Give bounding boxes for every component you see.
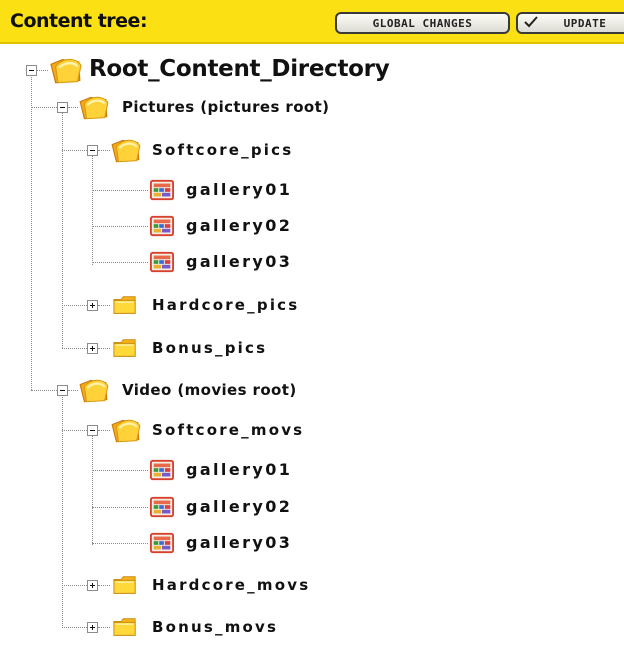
- global-changes-button[interactable]: GLOBAL CHANGES: [335, 12, 510, 34]
- tree-node-softcore-pics[interactable]: Softcore_pics: [152, 141, 293, 159]
- tree-branch-hardcore-movs-icon: [98, 585, 110, 586]
- tree-branch-bonus-movs-icon: [98, 627, 110, 628]
- tree-connector-softcore-movs: [92, 430, 93, 545]
- update-button-label: UPDATE: [563, 17, 607, 30]
- tree-branch-gallery: [92, 543, 148, 544]
- tree-node-root[interactable]: Root_Content_Directory: [89, 56, 390, 82]
- expander-bonus-movs[interactable]: [87, 622, 98, 633]
- update-button[interactable]: UPDATE: [516, 12, 624, 34]
- folder-icon: [113, 339, 136, 357]
- gallery-icon: [150, 496, 174, 518]
- open-folder-icon: [111, 419, 141, 443]
- tree-branch-hardcore-movs: [62, 585, 87, 586]
- tree-connector-root: [31, 70, 32, 390]
- tree-branch-pictures: [31, 107, 57, 108]
- tree-branch-gallery: [92, 262, 148, 263]
- expander-softcore-pics[interactable]: [87, 145, 98, 156]
- tree-node-gallery[interactable]: gallery03: [186, 252, 292, 271]
- tree-branch-bonus-movs: [62, 627, 87, 628]
- tree-node-bonus-movs[interactable]: Bonus_movs: [152, 618, 278, 636]
- tree-branch-root: [37, 70, 48, 71]
- tree-connector-video: [62, 390, 63, 628]
- expander-softcore-movs[interactable]: [87, 425, 98, 436]
- tree-connector-softcore-pics: [92, 150, 93, 265]
- tree-branch-softcore-pics-icon: [98, 150, 110, 151]
- tree-node-gallery[interactable]: gallery01: [186, 460, 292, 479]
- tree-connector-pictures: [62, 105, 63, 348]
- open-folder-icon: [79, 96, 109, 120]
- check-icon: [524, 16, 538, 28]
- tree-branch-video-icon: [68, 390, 78, 391]
- tree-branch-pictures-icon: [68, 107, 78, 108]
- expander-hardcore-movs[interactable]: [87, 580, 98, 591]
- content-tree-header: Content tree: GLOBAL CHANGES UPDATE: [0, 0, 624, 44]
- folder-icon: [113, 618, 136, 636]
- tree-node-bonus-pics[interactable]: Bonus_pics: [152, 339, 267, 357]
- tree-node-pictures[interactable]: Pictures (pictures root): [122, 98, 329, 116]
- gallery-icon: [150, 251, 174, 273]
- expander-bonus-pics[interactable]: [87, 343, 98, 354]
- content-tree-title: Content tree:: [10, 10, 148, 32]
- tree-branch-softcore-pics: [62, 150, 87, 151]
- open-folder-icon: [79, 379, 109, 403]
- gallery-icon: [150, 215, 174, 237]
- folder-icon: [113, 576, 136, 594]
- expander-pictures[interactable]: [57, 102, 68, 113]
- tree-branch-gallery: [92, 507, 148, 508]
- tree-node-gallery[interactable]: gallery01: [186, 180, 292, 199]
- tree-node-video[interactable]: Video (movies root): [122, 381, 297, 399]
- open-folder-icon: [111, 139, 141, 163]
- open-folder-icon: [50, 58, 82, 84]
- tree-node-gallery[interactable]: gallery02: [186, 216, 292, 235]
- tree-branch-softcore-movs: [62, 430, 87, 431]
- content-tree: Root_Content_Directory Pictures (pictures…: [0, 46, 624, 646]
- tree-branch-hardcore-pics: [62, 305, 87, 306]
- gallery-icon: [150, 459, 174, 481]
- tree-node-gallery[interactable]: gallery02: [186, 497, 292, 516]
- tree-node-gallery[interactable]: gallery03: [186, 533, 292, 552]
- tree-node-softcore-movs[interactable]: Softcore_movs: [152, 421, 304, 439]
- expander-video[interactable]: [57, 385, 68, 396]
- expander-root[interactable]: [26, 65, 37, 76]
- tree-branch-softcore-movs-icon: [98, 430, 110, 431]
- gallery-icon: [150, 532, 174, 554]
- content-tree-panel: Content tree: GLOBAL CHANGES UPDATE Root…: [0, 0, 624, 652]
- tree-node-hardcore-pics[interactable]: Hardcore_pics: [152, 296, 299, 314]
- folder-icon: [113, 296, 136, 314]
- tree-branch-video: [31, 390, 57, 391]
- expander-hardcore-pics[interactable]: [87, 300, 98, 311]
- tree-branch-gallery: [92, 226, 148, 227]
- tree-branch-bonus-pics-icon: [98, 348, 110, 349]
- tree-branch-bonus-pics: [62, 348, 87, 349]
- tree-branch-gallery: [92, 470, 148, 471]
- tree-node-hardcore-movs[interactable]: Hardcore_movs: [152, 576, 310, 594]
- gallery-icon: [150, 179, 174, 201]
- tree-branch-hardcore-pics-icon: [98, 305, 110, 306]
- tree-branch-gallery: [92, 190, 148, 191]
